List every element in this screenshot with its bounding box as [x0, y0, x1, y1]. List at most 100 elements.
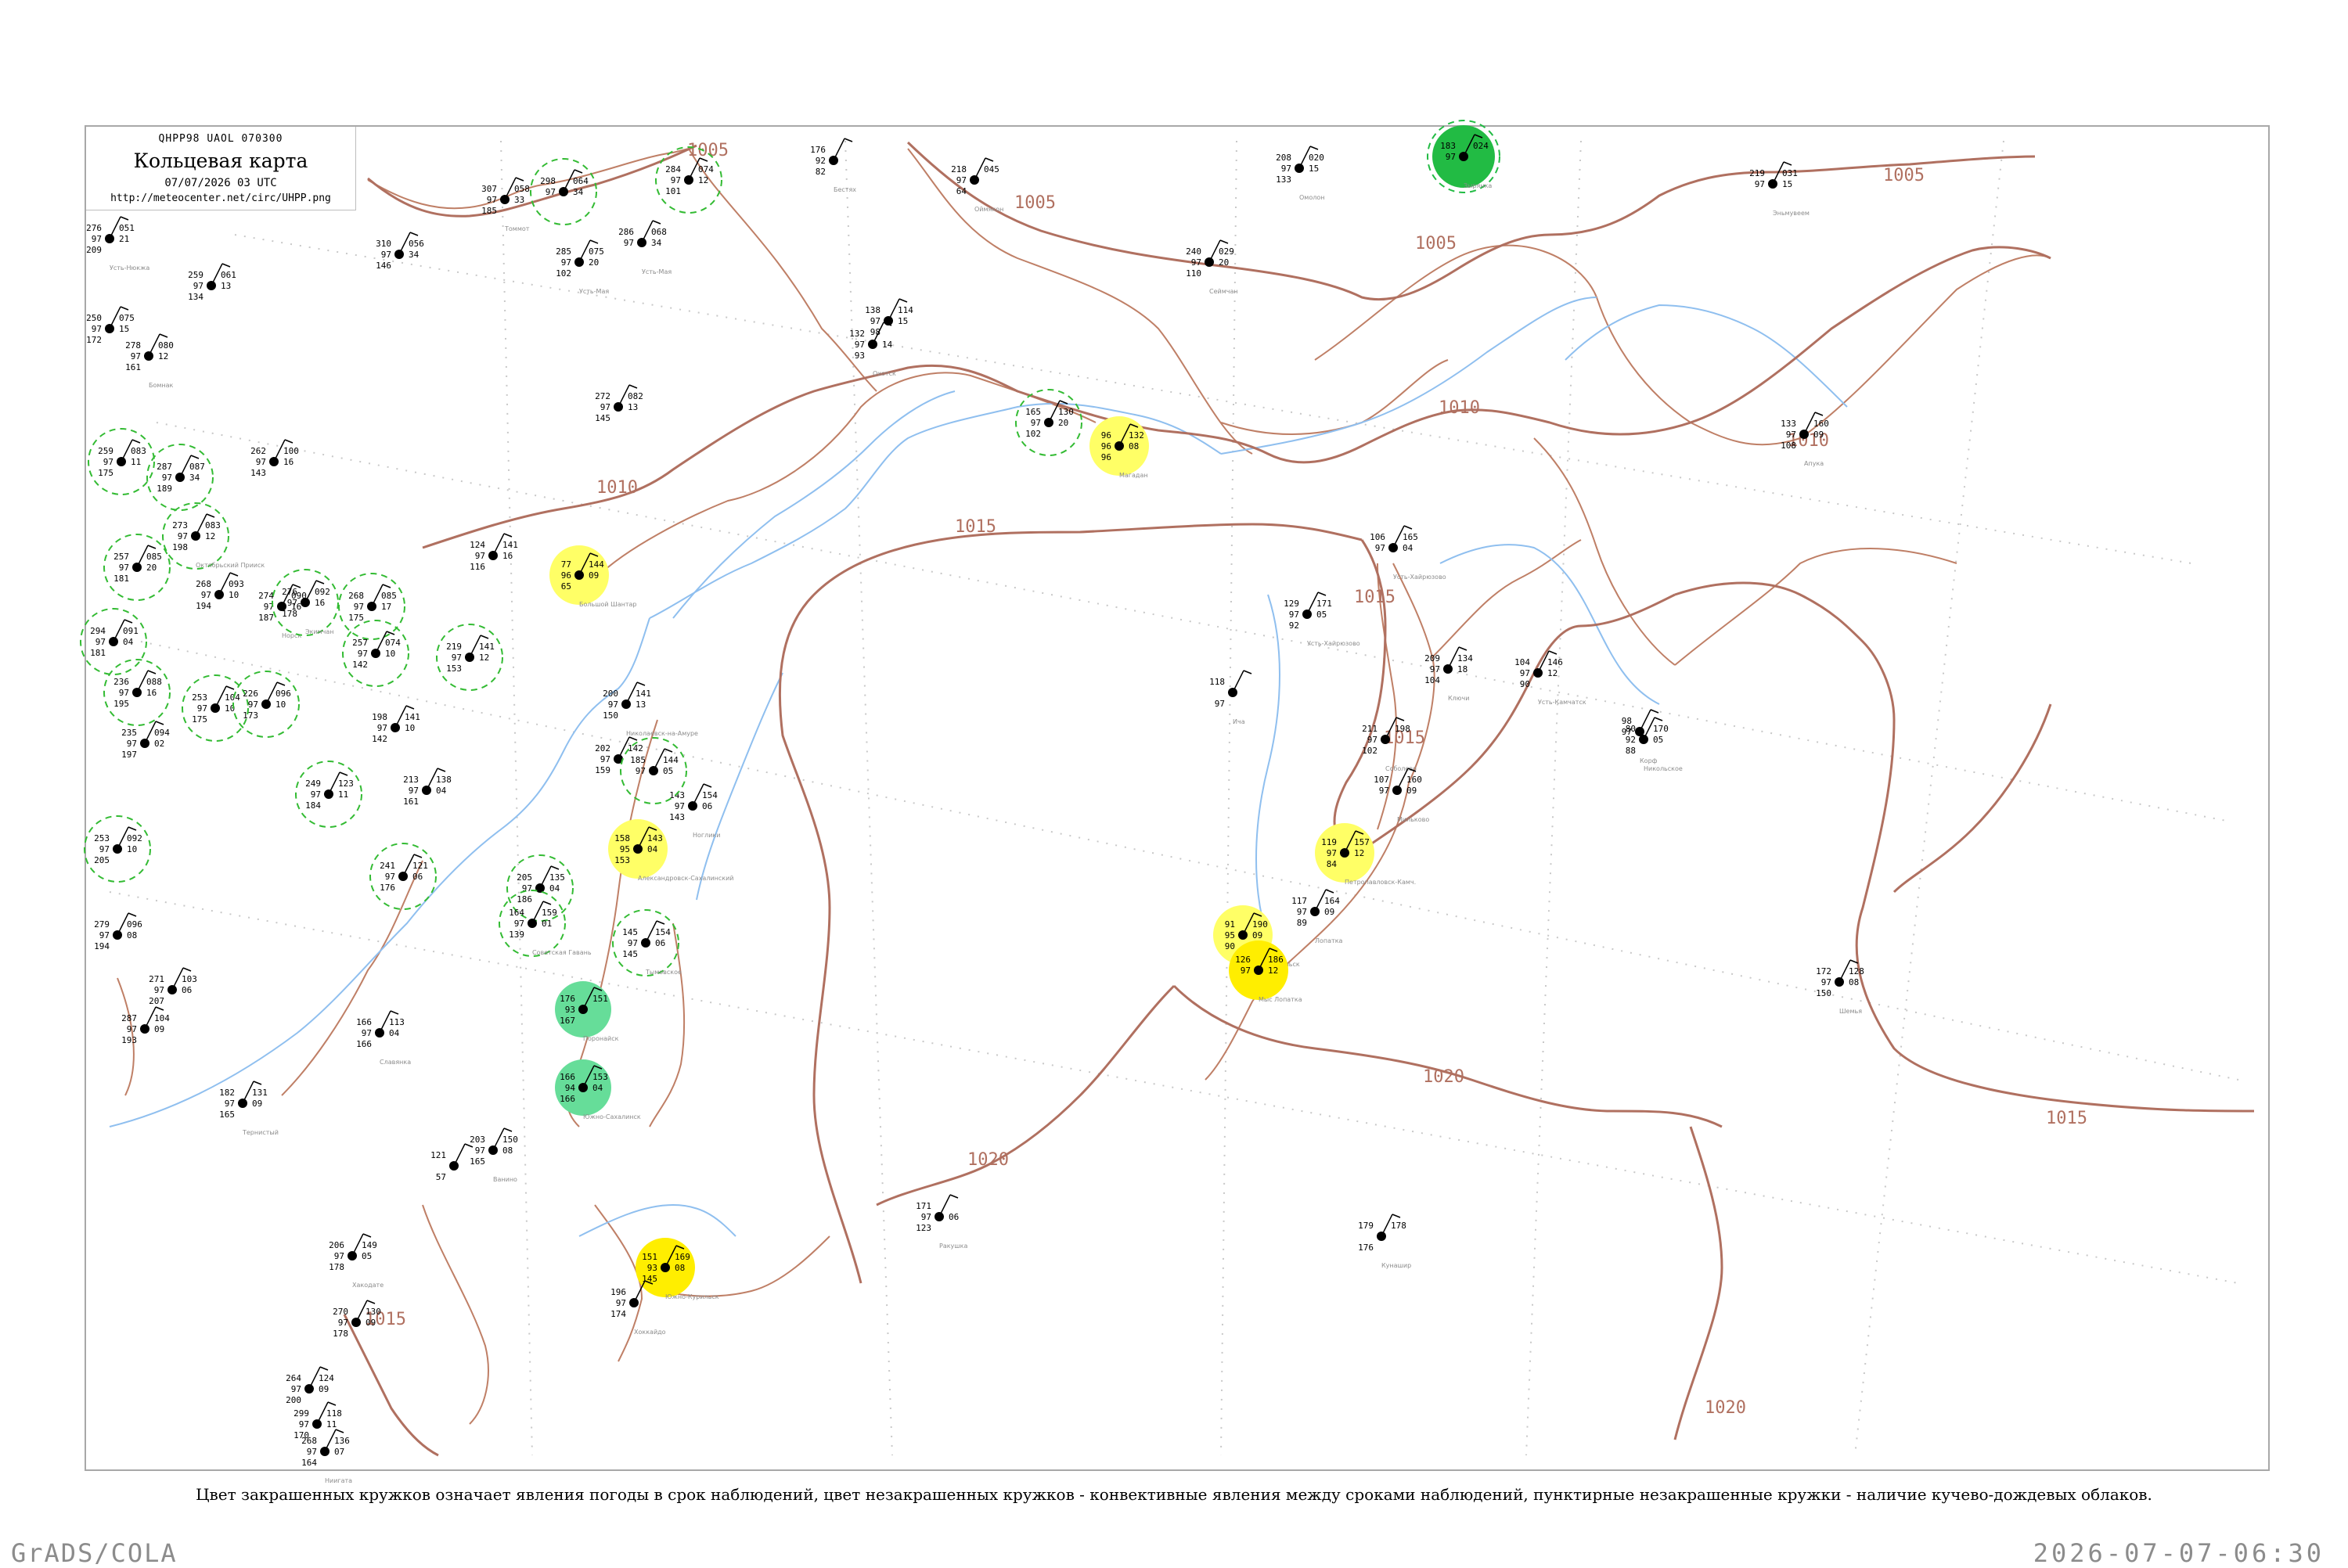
- wind-barb-icon: [1814, 412, 1824, 416]
- station-dewpoint: 178: [333, 1329, 348, 1339]
- station-tendency: 05: [1316, 610, 1327, 620]
- station-temperature: 294: [90, 626, 106, 636]
- station-name: Николаевск-на-Амуре: [626, 730, 698, 737]
- station-plot: 15895153 14304 Александровск-Сахалинский: [608, 819, 734, 882]
- station-temperature: 279: [94, 919, 110, 930]
- station-name: Норск: [282, 632, 301, 639]
- station-tendency: 06: [655, 938, 665, 948]
- map-source-link[interactable]: http://meteocenter.net/circ/UHPP.png: [86, 192, 355, 204]
- station-dewpoint: 197: [121, 750, 137, 760]
- station-tendency: 05: [1653, 735, 1663, 745]
- station-tendency: 04: [123, 637, 134, 647]
- station-temperature: 133: [1781, 419, 1796, 429]
- station-name: Экимчан: [305, 628, 334, 635]
- station-visibility: 97: [1281, 164, 1291, 174]
- station-temperature: 257: [113, 552, 129, 562]
- station-pressure: 094: [154, 728, 170, 738]
- station-pressure: 157: [1354, 837, 1370, 847]
- station-pressure: 083: [205, 520, 221, 530]
- station-visibility: 97: [1786, 430, 1796, 440]
- station-visibility: 97: [870, 316, 880, 326]
- station-visibility: 97: [409, 786, 419, 796]
- station-pressure: 154: [702, 790, 718, 800]
- station-dewpoint: 82: [816, 167, 826, 177]
- wind-barb-icon: [405, 705, 415, 710]
- station-plot: 29897 06434: [530, 158, 597, 225]
- station-visibility: 92: [816, 156, 826, 166]
- station-plot: 12697 18612 Мыс Лопатка: [1229, 940, 1302, 1003]
- station-name: Ниигата: [325, 1477, 352, 1484]
- station-plot: 23597197 09402: [121, 721, 170, 760]
- station-name: Ноглики: [693, 832, 720, 839]
- station-plot: 28597102 07520 Усть-Мая: [556, 239, 609, 295]
- station-pressure: 083: [131, 446, 146, 456]
- station-visibility: 97: [636, 766, 646, 776]
- wind-barb-icon: [366, 1300, 376, 1304]
- station-pressure: 165: [1403, 532, 1418, 542]
- station-visibility: 97: [616, 1298, 626, 1308]
- station-name: Южно-Сахалинск: [583, 1113, 641, 1120]
- station-pressure: 141: [479, 642, 495, 652]
- station-plot: 26297143 10016: [250, 439, 299, 478]
- station-temperature: 106: [1370, 532, 1385, 542]
- station-pressure: 160: [1813, 419, 1829, 429]
- wind-barb-icon: [1392, 1214, 1401, 1218]
- station-temperature: 164: [509, 908, 524, 918]
- station-tendency: 09: [1406, 786, 1417, 796]
- station-name: Ракушка: [939, 1243, 967, 1250]
- station-visibility: 97: [92, 234, 102, 244]
- station-visibility: 97: [487, 195, 497, 205]
- station-pressure: 096: [275, 689, 291, 699]
- station-pressure: 149: [362, 1240, 377, 1250]
- station-tendency: 09: [366, 1318, 376, 1328]
- station-temperature: 270: [333, 1307, 348, 1317]
- station-plot: 1299792 17105 Усть-Хайрюзово: [1284, 592, 1360, 647]
- station-dewpoint: 166: [356, 1039, 372, 1049]
- station-temperature: 80: [1626, 724, 1636, 734]
- station-dewpoint: 153: [614, 855, 630, 865]
- station-dewpoint: 102: [1362, 746, 1377, 756]
- station-name: Бомнак: [149, 382, 174, 389]
- station-temperature: 158: [614, 833, 630, 843]
- station-name: Соболево: [1385, 765, 1417, 772]
- station-visibility: 97: [561, 257, 571, 268]
- wind-barb-icon: [1783, 161, 1792, 166]
- station-tendency: 16: [315, 598, 325, 608]
- wind-barb-icon: [1395, 717, 1405, 721]
- station-pressure: 135: [549, 872, 565, 883]
- wind-barb-icon: [589, 239, 599, 244]
- station-dewpoint: 143: [250, 468, 266, 478]
- synoptic-map[interactable]: 1005 1005 1005 1005 1010 1010 1010 1015 …: [0, 0, 2348, 1565]
- station-name: Омолон: [1299, 194, 1324, 201]
- station-temperature: 200: [603, 689, 618, 699]
- wind-barb-icon: [131, 439, 141, 444]
- station-plot: 118 97 Ича: [1209, 670, 1252, 725]
- station-temperature: 268: [196, 579, 211, 589]
- station-tendency: 06: [182, 985, 192, 995]
- station-plot: 25097172 07515: [86, 306, 135, 345]
- station-pressure: 141: [405, 712, 420, 722]
- station-plot: 19897142 14110: [372, 705, 420, 744]
- station-visibility: 97: [1821, 977, 1831, 987]
- wind-barb-icon: [1548, 650, 1558, 655]
- station-pressure: 068: [651, 227, 667, 237]
- station-temperature: 226: [243, 689, 258, 699]
- station-visibility: 97: [358, 649, 368, 659]
- station-temperature: 235: [121, 728, 137, 738]
- station-pressure: 169: [675, 1252, 690, 1262]
- wind-barb-icon: [899, 298, 908, 303]
- station-pressure: 130: [1058, 407, 1074, 417]
- station-plot: 31097146 05634: [376, 232, 424, 271]
- station-visibility: 96: [1101, 441, 1111, 451]
- station-dewpoint: 164: [301, 1458, 317, 1468]
- wind-barb-icon: [628, 384, 638, 389]
- station-temperature: 165: [1025, 407, 1041, 417]
- station-tendency: 08: [675, 1263, 685, 1273]
- station-tendency: 10: [229, 590, 239, 600]
- wind-barb-icon: [120, 216, 129, 221]
- wind-barb-icon: [120, 306, 129, 311]
- station-name: Усть-Мая: [642, 268, 672, 275]
- station-visibility: 97: [1379, 786, 1389, 796]
- station-visibility: 97: [608, 699, 618, 710]
- station-pressure: 121: [412, 861, 428, 871]
